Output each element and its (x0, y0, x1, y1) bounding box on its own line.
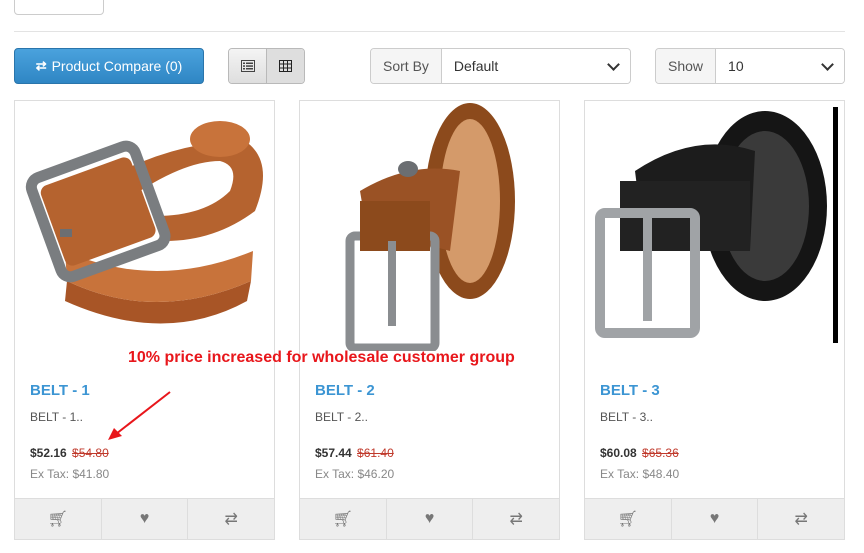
annotation-arrow-icon (108, 391, 171, 440)
sort-by-group: Sort By Default (370, 48, 631, 84)
compare-arrows-icon: ⇄ (509, 511, 523, 528)
product-compare-button[interactable]: ⇄ Product Compare (0) (14, 48, 204, 84)
product-description: BELT - 1.. (30, 410, 83, 424)
product-image-belt-3[interactable] (585, 101, 844, 351)
list-view-button[interactable] (229, 49, 266, 83)
divider (14, 31, 845, 32)
add-to-wishlist-button[interactable]: ♥ (385, 499, 473, 539)
cart-icon: 🛒︎ (332, 511, 353, 528)
product-card: BELT - 1 BELT - 1.. $52.16 $54.80 Ex Tax… (14, 100, 275, 540)
product-title[interactable]: BELT - 2 (315, 382, 375, 399)
product-price: $52.16 $54.80 (30, 446, 109, 460)
show-label: Show (656, 49, 717, 83)
product-price: $57.44 $61.40 (315, 446, 394, 460)
heart-icon: ♥ (139, 510, 150, 527)
price-ex-tax: Ex Tax: $48.40 (600, 467, 680, 481)
price-old: $65.36 (642, 446, 679, 460)
compare-button[interactable]: ⇄ (472, 499, 559, 539)
chevron-down-icon (607, 57, 620, 71)
price-old: $61.40 (357, 446, 394, 460)
grid-icon (279, 60, 292, 72)
price-ex-tax: Ex Tax: $46.20 (315, 467, 395, 481)
product-title[interactable]: BELT - 3 (600, 382, 660, 399)
add-to-wishlist-button[interactable]: ♥ (100, 499, 188, 539)
show-value: 10 (728, 58, 744, 74)
view-toggle (228, 48, 305, 84)
price-new: $52.16 (30, 446, 67, 460)
price-new: $57.44 (315, 446, 352, 460)
product-actions: 🛒︎ ♥ ⇄ (585, 498, 844, 539)
product-compare-label: Product Compare (0) (51, 58, 183, 74)
add-to-cart-button[interactable]: 🛒︎ (585, 499, 671, 539)
compare-button[interactable]: ⇄ (187, 499, 274, 539)
product-price: $60.08 $65.36 (600, 446, 679, 460)
product-card: BELT - 3 BELT - 3.. $60.08 $65.36 Ex Tax… (584, 100, 845, 540)
compare-arrows-icon: ⇄ (224, 511, 238, 528)
product-title[interactable]: BELT - 1 (30, 382, 90, 399)
product-actions: 🛒︎ ♥ ⇄ (300, 498, 559, 539)
product-image-belt-2[interactable] (300, 101, 559, 351)
add-to-cart-button[interactable]: 🛒︎ (15, 499, 101, 539)
price-ex-tax: Ex Tax: $41.80 (30, 467, 110, 481)
product-card: BELT - 2 BELT - 2.. $57.44 $61.40 Ex Tax… (299, 100, 560, 540)
show-group: Show 10 (655, 48, 845, 84)
compare-arrows-icon: ⇄ (35, 58, 47, 73)
product-actions: 🛒︎ ♥ ⇄ (15, 498, 274, 539)
price-new: $60.08 (600, 446, 637, 460)
black-bar (833, 107, 838, 343)
compare-arrows-icon: ⇄ (794, 511, 808, 528)
product-description: BELT - 3.. (600, 410, 653, 424)
chevron-down-icon (821, 57, 834, 71)
show-select[interactable]: 10 (716, 49, 844, 83)
add-to-wishlist-button[interactable]: ♥ (670, 499, 758, 539)
cart-icon: 🛒︎ (47, 511, 68, 528)
top-stub-box (14, 0, 104, 15)
add-to-cart-button[interactable]: 🛒︎ (300, 499, 386, 539)
sort-by-value: Default (453, 58, 499, 74)
grid-view-button[interactable] (266, 49, 304, 83)
product-description: BELT - 2.. (315, 410, 368, 424)
product-image-belt-1[interactable] (15, 101, 274, 351)
heart-icon: ♥ (709, 510, 720, 527)
compare-button[interactable]: ⇄ (757, 499, 844, 539)
sort-by-label: Sort By (371, 49, 442, 83)
price-old: $54.80 (72, 446, 109, 460)
sort-by-select[interactable]: Default (441, 49, 630, 83)
heart-icon: ♥ (424, 510, 435, 527)
cart-icon: 🛒︎ (617, 511, 638, 528)
list-icon (240, 60, 255, 72)
annotation-text: 10% price increased for wholesale custom… (128, 349, 515, 366)
